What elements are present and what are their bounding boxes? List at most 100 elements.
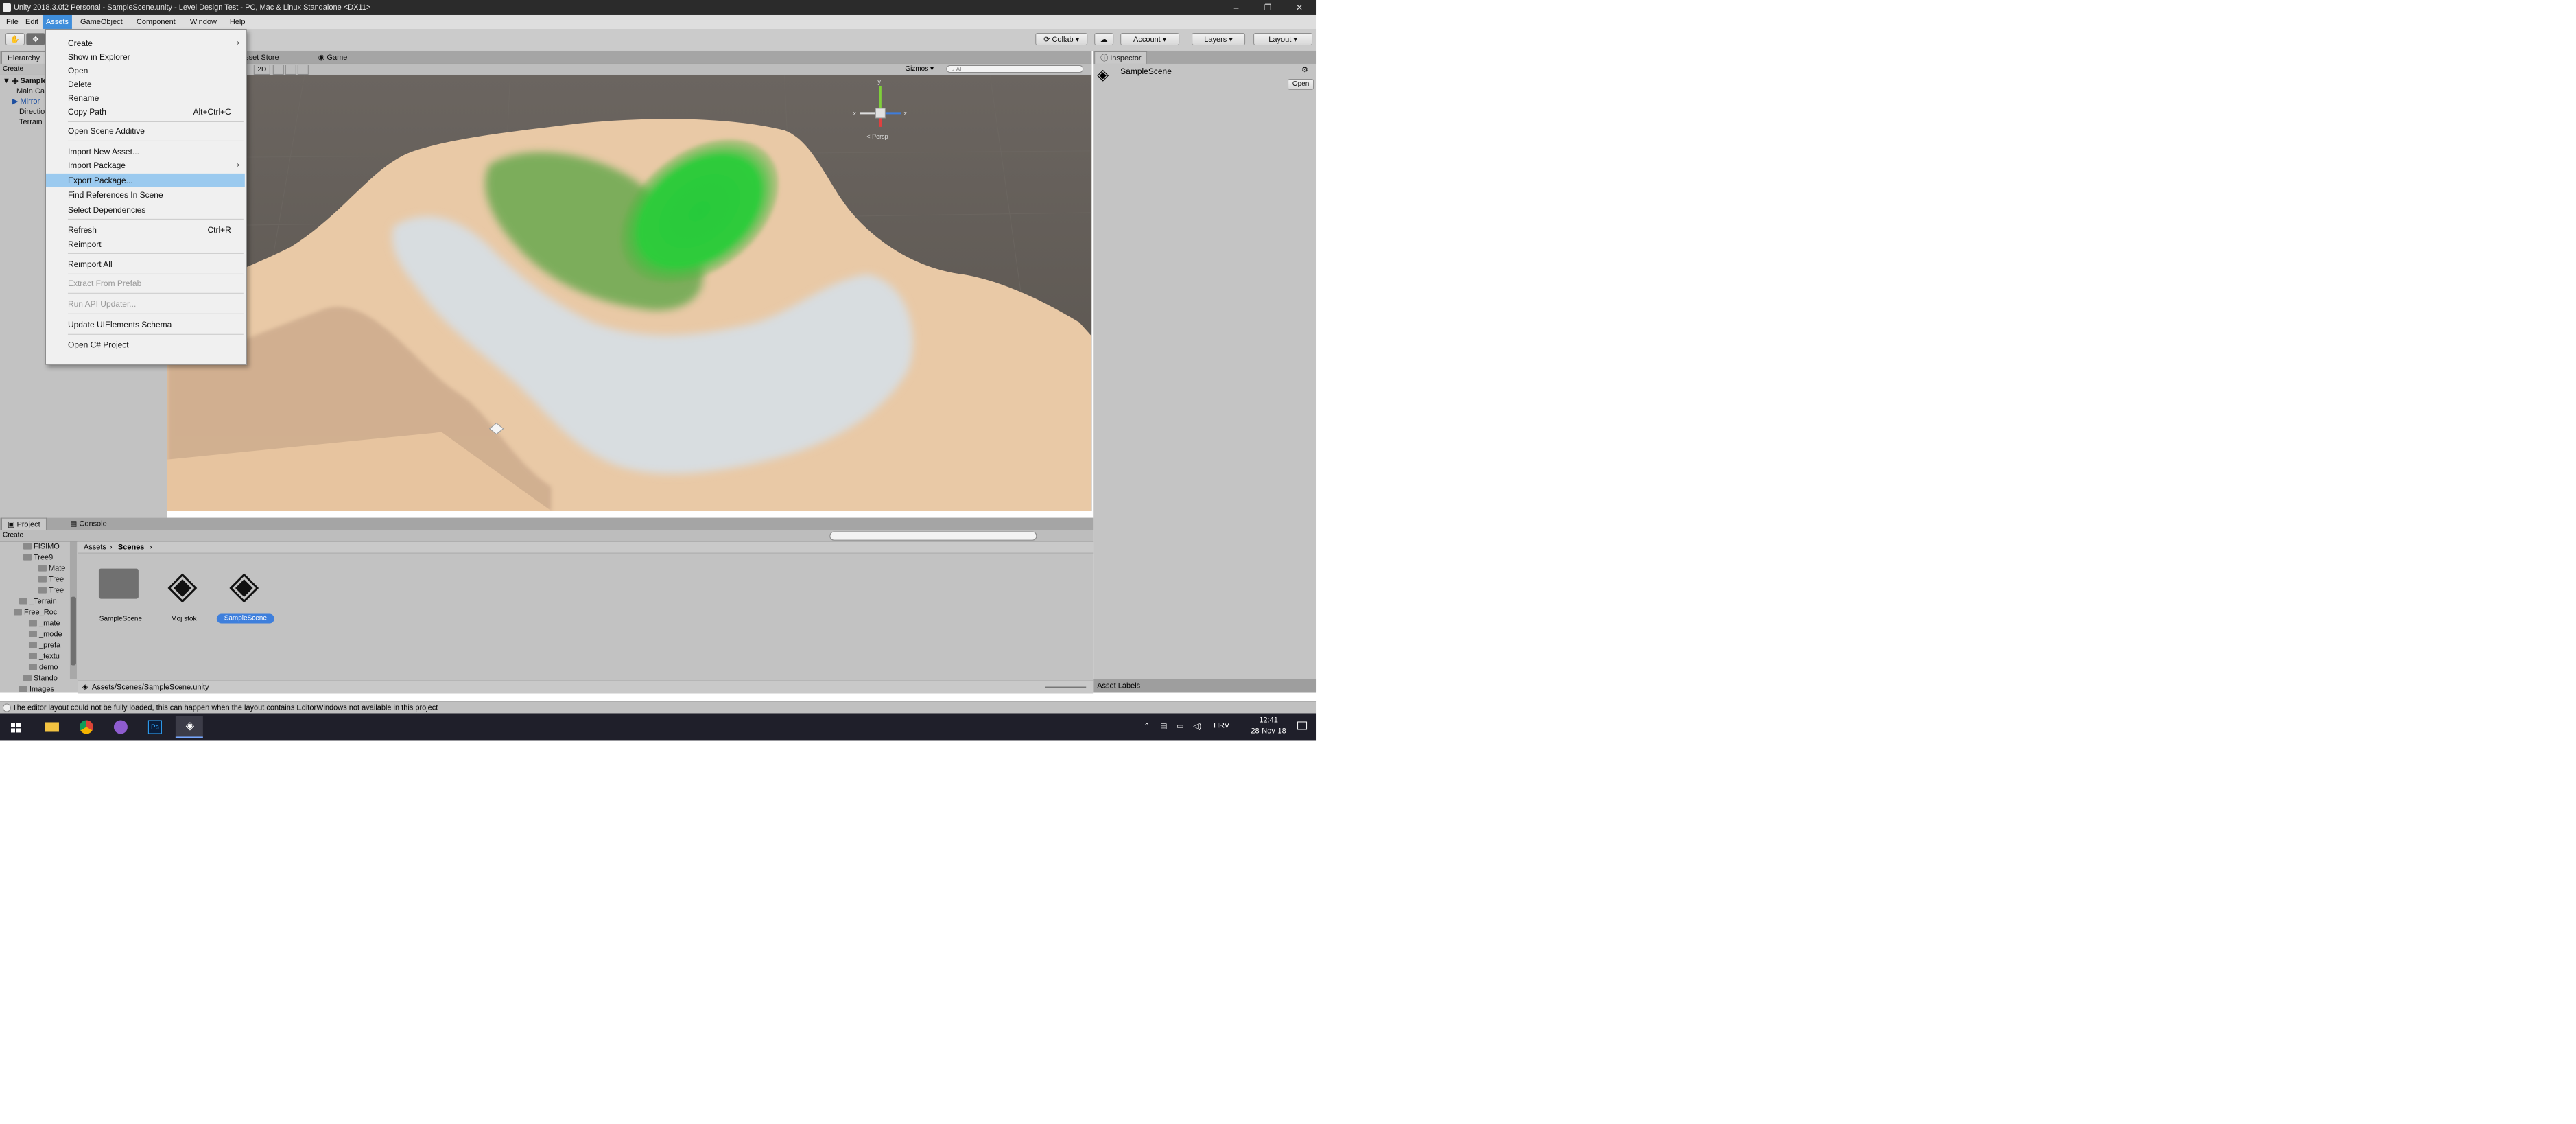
language-indicator[interactable]: HRV bbox=[1214, 721, 1229, 729]
tab-game[interactable]: ◉ Game bbox=[313, 51, 353, 64]
project-tree-item[interactable]: _Terrain bbox=[19, 597, 57, 607]
asset-item-folder[interactable]: SampleScene bbox=[96, 565, 145, 627]
taskbar-file-explorer[interactable] bbox=[38, 716, 66, 738]
asset-labels-bar[interactable]: Asset Labels bbox=[1093, 679, 1317, 693]
taskbar-github[interactable] bbox=[107, 716, 134, 738]
hierarchy-item-mirror[interactable]: ▶ Mirror bbox=[12, 97, 40, 107]
menu-item-import-new-asset[interactable]: Import New Asset... bbox=[46, 145, 245, 159]
layout-dropdown[interactable]: Layout ▾ bbox=[1253, 32, 1313, 45]
project-tree-item[interactable]: demo bbox=[28, 663, 58, 673]
tab-console[interactable]: ▤ Console bbox=[64, 518, 113, 530]
menu-item-delete[interactable]: Delete bbox=[46, 78, 245, 91]
project-tree-item[interactable]: Tree bbox=[38, 586, 64, 596]
notification-icon[interactable] bbox=[1297, 721, 1308, 730]
info-icon: ⓘ bbox=[1100, 54, 1111, 62]
menu-item-rename[interactable]: Rename bbox=[46, 91, 245, 105]
project-tree-item[interactable]: Stando bbox=[23, 674, 58, 684]
project-tree-item[interactable]: Tree bbox=[38, 575, 64, 585]
menu-item-open-scene-additive[interactable]: Open Scene Additive bbox=[46, 124, 245, 138]
maximize-button[interactable]: ❐ bbox=[1252, 0, 1284, 15]
breadcrumb-assets[interactable]: Assets bbox=[84, 542, 106, 553]
menu-component[interactable]: Component bbox=[133, 15, 179, 29]
menu-edit[interactable]: Edit bbox=[22, 15, 42, 29]
start-button[interactable] bbox=[1, 716, 29, 738]
menu-item-label: Rename bbox=[67, 93, 99, 103]
layers-label: Layers bbox=[1204, 35, 1227, 44]
hand-tool-button[interactable]: ✋ bbox=[5, 32, 25, 45]
volume-icon[interactable]: ◁) bbox=[1193, 721, 1201, 730]
project-search-input[interactable] bbox=[829, 531, 1037, 541]
menu-item-refresh[interactable]: Refresh Ctrl+R bbox=[46, 223, 245, 237]
taskbar-photoshop[interactable]: Ps bbox=[141, 716, 169, 738]
project-tree-item-label: Tree bbox=[48, 586, 64, 595]
network-icon[interactable]: ▤ bbox=[1160, 721, 1167, 730]
menu-item-create[interactable]: Create › bbox=[46, 36, 245, 50]
taskbar-chrome[interactable] bbox=[73, 716, 100, 738]
lighting-toggle[interactable] bbox=[272, 64, 284, 75]
menu-help[interactable]: Help bbox=[226, 15, 249, 29]
project-tree-item[interactable]: _textu bbox=[28, 652, 60, 662]
menu-item-label: Refresh bbox=[67, 224, 97, 235]
menu-item-reimport[interactable]: Reimport bbox=[46, 237, 245, 251]
asset-item-samplescene[interactable]: ◈ SampleScene bbox=[216, 564, 274, 627]
move-tool-button[interactable]: ✥ bbox=[25, 32, 45, 45]
tab-inspector[interactable]: ⓘ Inspector bbox=[1094, 51, 1148, 64]
menu-window[interactable]: Window bbox=[187, 15, 220, 29]
project-tree-item[interactable]: Mate bbox=[38, 564, 65, 574]
menu-item-shortcut: Alt+Ctrl+C bbox=[193, 106, 231, 117]
menu-item-open-csharp-project[interactable]: Open C# Project bbox=[46, 338, 245, 352]
cloud-icon: ⟳ bbox=[1043, 35, 1052, 44]
taskbar-unity[interactable]: ◈ bbox=[175, 716, 203, 738]
project-tree-item[interactable]: _mate bbox=[28, 619, 60, 629]
menu-item-show-in-explorer[interactable]: Show in Explorer bbox=[46, 50, 245, 64]
project-tree-scrollbar[interactable] bbox=[69, 541, 77, 679]
battery-icon[interactable]: ▭ bbox=[1177, 721, 1183, 730]
menu-item-update-uielements-schema[interactable]: Update UIElements Schema bbox=[46, 318, 245, 331]
asset-item-moj-stok[interactable]: ◈ Moj stok bbox=[159, 564, 209, 627]
project-tree-item[interactable]: FISIMO bbox=[23, 542, 60, 552]
menu-item-find-references[interactable]: Find References In Scene bbox=[46, 188, 245, 202]
project-create-button[interactable]: Create bbox=[3, 530, 23, 541]
menu-gameobject[interactable]: GameObject bbox=[77, 15, 126, 29]
menu-item-export-package[interactable]: Export Package... bbox=[45, 173, 245, 187]
scene-search-input[interactable]: ⌕ All bbox=[946, 65, 1084, 73]
collab-button[interactable]: ⟳ Collab ▾ bbox=[1035, 32, 1088, 45]
tab-project[interactable]: ▣ Project bbox=[1, 517, 47, 530]
project-tree-item[interactable]: _mode bbox=[28, 630, 62, 640]
menu-item-open[interactable]: Open bbox=[46, 64, 245, 78]
menu-item-select-dependencies[interactable]: Select Dependencies bbox=[46, 203, 245, 217]
menu-assets[interactable]: Assets bbox=[42, 14, 72, 29]
audio-toggle[interactable] bbox=[285, 64, 296, 75]
hierarchy-item-terrain[interactable]: Terrain bbox=[19, 117, 43, 128]
cloud-services-button[interactable]: ☁ bbox=[1094, 32, 1114, 45]
chevron-up-icon[interactable]: ⌃ bbox=[1144, 721, 1150, 730]
menu-item-reimport-all[interactable]: Reimport All bbox=[46, 257, 245, 271]
status-message[interactable]: The editor layout could not be fully loa… bbox=[12, 701, 438, 714]
scrollbar-thumb[interactable] bbox=[70, 596, 76, 666]
minimize-button[interactable]: – bbox=[1220, 0, 1252, 15]
clock-time[interactable]: 12:41 bbox=[1246, 716, 1290, 724]
project-tree-item[interactable]: Free_Roc bbox=[13, 608, 57, 618]
scene-viewport[interactable]: y x z < Persp bbox=[167, 75, 1092, 511]
menu-item-copy-path[interactable]: Copy Path Alt+Ctrl+C bbox=[46, 105, 245, 119]
gizmos-dropdown[interactable]: Gizmos ▾ bbox=[905, 64, 934, 75]
open-button[interactable]: Open bbox=[1288, 78, 1314, 90]
assets-dropdown-menu: Create › Show in Explorer Open Delete Ren… bbox=[45, 28, 247, 365]
hierarchy-create-button[interactable]: Create bbox=[3, 64, 23, 75]
menu-file[interactable]: File bbox=[3, 15, 22, 29]
project-tree-item[interactable]: _prefa bbox=[28, 641, 60, 651]
scene-2d-toggle[interactable]: 2D bbox=[253, 64, 270, 75]
project-tree-item[interactable]: Tree9 bbox=[23, 553, 53, 563]
clock-date[interactable]: 28-Nov-18 bbox=[1246, 727, 1290, 735]
project-tree-item[interactable]: Images bbox=[19, 685, 54, 695]
close-button[interactable]: ✕ bbox=[1284, 0, 1315, 15]
menu-item-import-package[interactable]: Import Package › bbox=[46, 159, 245, 172]
layers-dropdown[interactable]: Layers ▾ bbox=[1192, 32, 1246, 45]
breadcrumb-scenes[interactable]: Scenes bbox=[118, 542, 145, 553]
account-dropdown[interactable]: Account ▾ bbox=[1120, 32, 1180, 45]
asset-label-selected: SampleScene bbox=[216, 613, 274, 624]
effects-toggle[interactable] bbox=[297, 64, 309, 75]
tab-hierarchy[interactable]: Hierarchy bbox=[1, 51, 47, 64]
gear-icon[interactable]: ⚙ bbox=[1301, 65, 1308, 74]
icon-size-slider[interactable] bbox=[1045, 686, 1087, 688]
